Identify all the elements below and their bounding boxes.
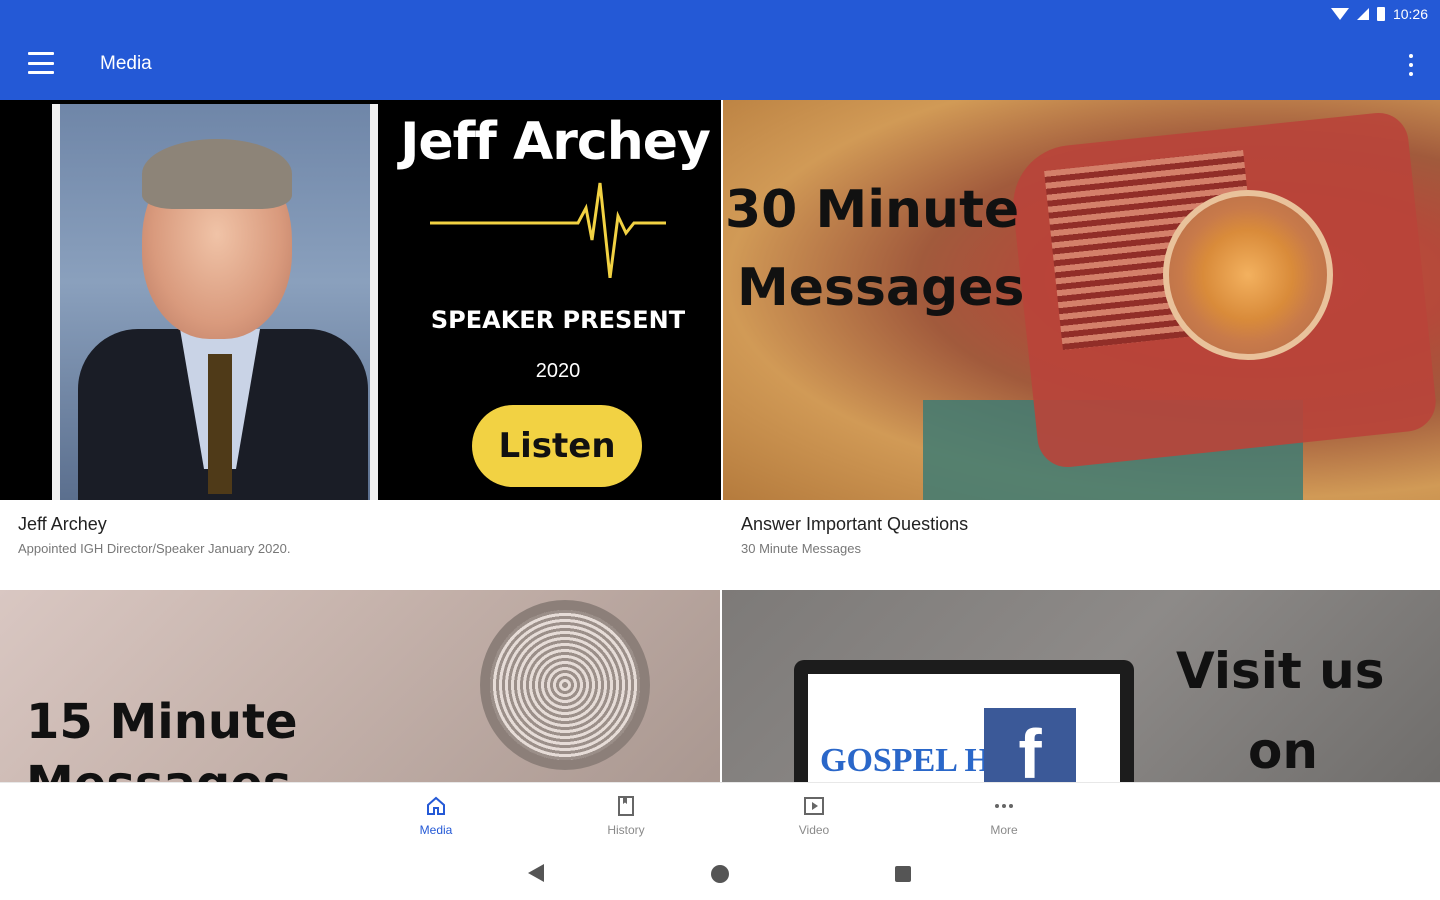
card-caption: Answer Important Questions 30 Minute Mes… [723, 500, 1440, 570]
status-bar: 10:26 [1330, 6, 1428, 22]
artwork-speaker-name: Jeff Archey [400, 112, 711, 172]
artwork-year: 2020 [535, 360, 581, 382]
more-horiz-icon [964, 795, 1044, 817]
card-subtitle: 30 Minute Messages [741, 541, 861, 556]
recents-square-icon[interactable] [895, 866, 911, 882]
bottom-navigation: Media History Video More [0, 782, 1440, 850]
artwork-line1: 15 Minute [26, 694, 298, 750]
artwork-line1: Visit us [1176, 642, 1385, 700]
facebook-icon: f [984, 708, 1076, 790]
home-circle-icon[interactable] [711, 865, 729, 883]
card-title: Answer Important Questions [741, 514, 969, 534]
microphone-image [480, 600, 650, 770]
card-artwork: 15 Minute Messages [0, 590, 720, 790]
nav-label: Media [419, 823, 453, 837]
card-subtitle: Appointed IGH Director/Speaker January 2… [18, 541, 291, 556]
app-bar: 10:26 Media [0, 0, 1440, 100]
card-title: Jeff Archey [18, 514, 107, 534]
laptop-image: GOSPEL HOUR f [794, 660, 1134, 790]
card-artwork: GOSPEL HOUR f Visit us on [722, 590, 1440, 790]
nav-label: Video [798, 823, 830, 837]
card-caption: Jeff Archey Appointed IGH Director/Speak… [0, 500, 721, 570]
artwork-line2: Messages [737, 258, 1025, 318]
artwork-line2: on [1248, 722, 1318, 780]
bookmark-icon [586, 795, 666, 817]
media-card-15-minute-messages[interactable]: 15 Minute Messages [0, 590, 720, 790]
status-time: 10:26 [1392, 6, 1428, 22]
laptop-screen: GOSPEL HOUR f [808, 674, 1120, 790]
card-artwork: 30 Minute Messages [723, 100, 1440, 500]
signal-icon [1356, 8, 1369, 20]
listen-button[interactable]: Listen [472, 405, 642, 487]
artwork-radio-dial [1163, 190, 1333, 360]
page-title: Media [100, 53, 152, 74]
home-icon [396, 795, 476, 817]
nav-item-history[interactable]: History [586, 795, 666, 837]
system-nav-bar [0, 850, 1440, 900]
nav-item-media[interactable]: Media [396, 795, 476, 837]
artwork-subtitle-text: SPEAKER PRESENT [430, 306, 686, 334]
battery-icon [1376, 7, 1385, 21]
wifi-icon [1330, 8, 1349, 20]
play-video-icon [774, 795, 854, 817]
media-card-visit-us-facebook[interactable]: GOSPEL HOUR f Visit us on [722, 590, 1440, 790]
media-card-30-minute-messages[interactable]: 30 Minute Messages Answer Important Ques… [723, 100, 1440, 588]
speaker-photo [52, 104, 378, 500]
card-artwork: Jeff Archey SPEAKER PRESENT 2020 Listen [0, 100, 721, 500]
nav-label: More [990, 823, 1018, 837]
nav-item-video[interactable]: Video [774, 795, 854, 837]
nav-label: History [607, 823, 645, 837]
more-vert-icon[interactable] [1404, 54, 1418, 76]
hamburger-menu-icon[interactable] [28, 52, 54, 74]
heartbeat-line-icon [430, 182, 666, 278]
artwork-line1: 30 Minute [725, 180, 1020, 240]
back-icon[interactable] [528, 864, 544, 882]
artwork-subtitle: SPEAKER PRESENT [408, 306, 708, 334]
media-card-jeff-archey[interactable]: Jeff Archey SPEAKER PRESENT 2020 Listen … [0, 100, 721, 588]
nav-item-more[interactable]: More [964, 795, 1044, 837]
